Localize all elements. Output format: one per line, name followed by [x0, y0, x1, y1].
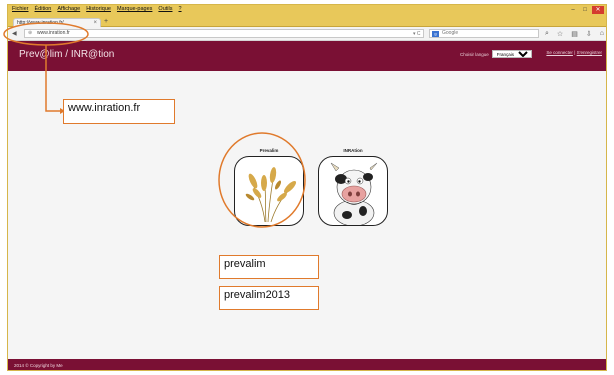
browser-window: Fichier Édition Affichage Historique Mar… — [7, 4, 607, 371]
minimize-icon[interactable]: – — [568, 6, 578, 14]
inration-label: INRAtion — [343, 148, 363, 153]
address-bar[interactable]: ⊕ www.inration.fr — [24, 29, 424, 38]
library-icon[interactable]: ▤ — [571, 30, 578, 38]
tab-bar: http://www.inration.fr/ × + — [8, 16, 606, 27]
menu-item-edition[interactable]: Édition — [35, 6, 52, 12]
login-separator: | — [574, 50, 576, 55]
google-icon: g — [432, 31, 439, 37]
language-select[interactable]: Français — [491, 50, 532, 58]
bookmark-star-icon[interactable]: ☆ — [557, 30, 563, 38]
login-link[interactable]: Se connecter — [546, 50, 573, 55]
search-box[interactable]: g Google — [429, 29, 539, 38]
menu-item-outils[interactable]: Outils — [158, 6, 172, 12]
menu-item-help[interactable]: ? — [178, 6, 181, 12]
search-placeholder: Google — [442, 30, 459, 36]
copyright-text: 2014 © Copyright by Me — [14, 363, 63, 368]
address-text: www.inration.fr — [37, 30, 70, 36]
inration-card[interactable]: INRAtion — [318, 148, 388, 226]
language-label: Choisir langue — [460, 51, 489, 57]
url-annotation: www.inration.fr — [63, 99, 175, 124]
password-annotation: prevalim2013 — [219, 286, 319, 310]
prevalim-label: Prevalim — [259, 148, 279, 153]
inration-frame[interactable] — [318, 156, 388, 226]
username-annotation: prevalim — [219, 255, 319, 279]
menu-item-marque-pages[interactable]: Marque-pages — [117, 6, 152, 12]
login-links: Se connecter | S'enregistrer — [546, 50, 602, 55]
menu-bar: Fichier Édition Affichage Historique Mar… — [8, 5, 606, 16]
site-brand[interactable]: Prev@lim / INR@tion — [19, 49, 114, 60]
prevalim-card[interactable]: Prevalim — [234, 148, 304, 226]
menu-item-affichage[interactable]: Affichage — [57, 6, 80, 12]
globe-icon: ⊕ — [28, 30, 33, 36]
reload-icon[interactable]: ▾ C — [413, 31, 421, 37]
wheat-icon — [245, 167, 297, 223]
new-tab-icon[interactable]: + — [104, 18, 108, 25]
menu-list: Fichier Édition Affichage Historique Mar… — [12, 6, 182, 12]
back-icon[interactable]: ◀ — [12, 30, 17, 37]
menu-item-fichier[interactable]: Fichier — [12, 6, 29, 12]
cow-icon — [330, 162, 378, 225]
language-selector: Choisir langue Français — [460, 50, 532, 58]
toolbar-icons: ⌕ ☆ ▤ ⇩ ⌂ ≡ — [545, 30, 606, 38]
tab-inration[interactable]: http://www.inration.fr/ × — [13, 18, 101, 27]
home-icon[interactable]: ⌂ — [600, 30, 604, 38]
close-tab-icon[interactable]: × — [93, 19, 97, 27]
register-link[interactable]: S'enregistrer — [577, 50, 602, 55]
maximize-icon[interactable]: □ — [580, 6, 590, 14]
download-icon[interactable]: ⇩ — [586, 30, 592, 38]
tab-title: http://www.inration.fr/ — [17, 20, 64, 26]
close-window-icon[interactable]: ✕ — [592, 6, 604, 14]
search-icon[interactable]: ⌕ — [545, 30, 549, 38]
site-footer: 2014 © Copyright by Me — [8, 359, 606, 370]
menu-item-historique[interactable]: Historique — [86, 6, 111, 12]
window-controls: – □ ✕ — [568, 6, 604, 14]
navigation-bar: ◀ ⊕ www.inration.fr ▾ C g Google ⌕ ☆ ▤ ⇩… — [8, 27, 606, 41]
site-header: Prev@lim / INR@tion Choisir langue Franç… — [8, 41, 606, 71]
prevalim-frame[interactable] — [234, 156, 304, 226]
